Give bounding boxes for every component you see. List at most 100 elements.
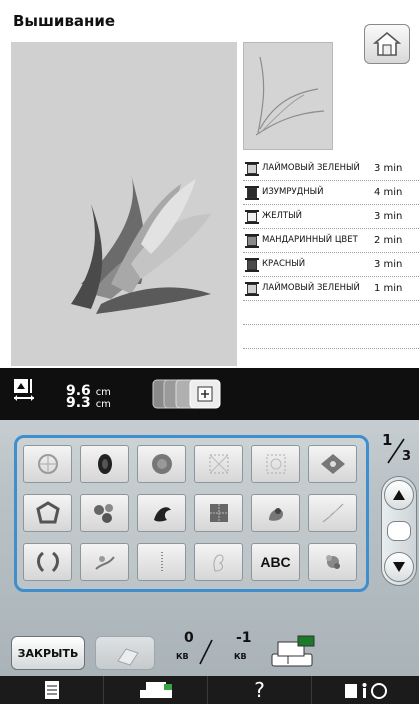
diamond-ornament-icon — [320, 454, 345, 474]
pattern-cell[interactable] — [308, 445, 357, 483]
scroll-thumb[interactable] — [387, 521, 411, 541]
thread-row: Лаймовый зеленый 3 min — [243, 157, 419, 181]
home-button[interactable] — [364, 24, 410, 64]
control-panel: 9.6 cm 9.3 cm ABC 1 3 ЗАКРЫТЬ 0 КВ -1 КВ — [0, 368, 419, 676]
scroll-up-button[interactable] — [384, 480, 414, 510]
pattern-cell[interactable] — [308, 494, 357, 532]
size-bar: 9.6 cm 9.3 cm — [0, 368, 419, 420]
pattern-cell[interactable] — [251, 494, 300, 532]
thread-name: Лаймовый зеленый — [262, 163, 360, 173]
thread-row-empty — [243, 325, 419, 349]
thread-name: Изумрудный — [262, 187, 324, 197]
kb-counter-a: 0 КВ — [176, 630, 222, 670]
swan-icon — [212, 554, 223, 572]
floral-circle-icon — [151, 454, 172, 474]
lily-sketch-icon — [255, 56, 325, 136]
thread-list: Лаймовый зеленый 3 min Изумрудный 4 min … — [243, 157, 419, 349]
thread-row: Изумрудный 4 min — [243, 181, 419, 205]
dark-bead-icon — [97, 454, 112, 474]
pattern-cell[interactable] — [251, 445, 300, 483]
snowflake-pattern-icon — [37, 454, 58, 474]
delete-button[interactable] — [95, 636, 155, 670]
pattern-cell[interactable] — [194, 494, 243, 532]
thread-time: 4 min — [374, 187, 403, 198]
width-value: 9.3 — [66, 395, 91, 411]
thread-spool-icon — [245, 281, 259, 296]
thread-name: Мандаринный цвет — [262, 235, 358, 245]
thread-spool-icon — [245, 161, 259, 176]
pattern-cell[interactable] — [23, 445, 72, 483]
thread-row: Лаймовый зеленый 1 min — [243, 277, 419, 301]
flower-small-icon — [325, 555, 340, 569]
settings-info-icon — [344, 683, 387, 699]
flowers-cluster-icon — [93, 504, 113, 523]
quilt-square-icon-2 — [266, 454, 285, 474]
home-icon — [372, 31, 402, 56]
scroll-down-button[interactable] — [384, 552, 414, 582]
hoop-size-icon — [152, 379, 221, 409]
pattern-cell[interactable] — [80, 543, 129, 581]
help-icon: ? — [254, 678, 265, 702]
scrollbar[interactable] — [381, 476, 417, 586]
thread-time: 1 min — [374, 283, 403, 294]
pattern-cell[interactable] — [80, 445, 129, 483]
sewing-machine-icon — [271, 635, 315, 667]
page-indicator: 1 3 — [376, 431, 416, 471]
page-title: Вышивание — [13, 12, 116, 30]
thread-name: Красный — [262, 259, 306, 269]
pattern-grid: ABC — [14, 435, 369, 592]
pattern-cell[interactable] — [80, 494, 129, 532]
arrow-up-icon — [393, 490, 405, 500]
shell-icon — [268, 508, 283, 521]
width-unit: cm — [95, 399, 111, 410]
thread-time: 3 min — [374, 259, 403, 270]
thread-name: Лаймовый зеленый — [262, 283, 360, 293]
thread-time: 3 min — [374, 163, 403, 174]
size-icon — [14, 379, 34, 401]
pattern-cell[interactable]: ABC — [251, 543, 300, 581]
tab-help[interactable]: ? — [208, 676, 312, 704]
tab-document[interactable] — [0, 676, 104, 704]
tab-embroidery-unit[interactable] — [104, 676, 208, 704]
dragon-icon — [153, 507, 171, 522]
lace-pattern-icon — [209, 504, 228, 522]
eraser-icon — [117, 648, 139, 666]
embroidery-unit-icon — [139, 682, 172, 698]
design-thumbnail — [243, 42, 333, 150]
leaf-branch-icon — [322, 503, 343, 523]
thread-row: Желтый 3 min — [243, 205, 419, 229]
thread-spool-icon — [245, 185, 259, 200]
pattern-cell[interactable] — [23, 543, 72, 581]
arrow-down-icon — [393, 562, 405, 572]
kb-slash-icon — [199, 639, 213, 665]
laurel-wreath-icon — [36, 551, 59, 573]
thread-spool-icon — [245, 233, 259, 248]
lily-design-icon — [71, 174, 211, 314]
pattern-cell[interactable] — [137, 543, 186, 581]
kb-counter-b: -1 КВ — [234, 630, 262, 670]
top-area: Вышивание ЛАЙМОВЫЙ ЗЕЛЕНЫЙ 3 min ИЗУМРУД… — [0, 0, 419, 368]
pattern-cell[interactable] — [308, 543, 357, 581]
bottom-tab-bar: ? — [0, 676, 419, 704]
pattern-cell[interactable] — [194, 445, 243, 483]
thread-time: 2 min — [374, 235, 403, 246]
pattern-cell[interactable] — [23, 494, 72, 532]
kb-a-unit: КВ — [176, 652, 189, 661]
kb-b-value: -1 — [236, 630, 252, 646]
kb-a-value: 0 — [184, 630, 194, 646]
thread-time: 3 min — [374, 211, 403, 222]
kb-b-unit: КВ — [234, 652, 247, 661]
thread-row-empty — [243, 301, 419, 325]
page-total: 3 — [402, 449, 412, 464]
thread-row: Мандаринный цвет 2 min — [243, 229, 419, 253]
tab-settings[interactable] — [312, 676, 419, 704]
pattern-cell[interactable] — [194, 543, 243, 581]
close-button[interactable]: ЗАКРЫТЬ — [11, 636, 85, 670]
thread-spool-icon — [245, 209, 259, 224]
thread-spool-icon — [245, 257, 259, 272]
pattern-cell[interactable] — [137, 445, 186, 483]
pattern-cell[interactable] — [137, 494, 186, 532]
thread-row: Красный 3 min — [243, 253, 419, 277]
quilt-square-icon — [209, 454, 228, 474]
embroidery-preview — [11, 42, 237, 366]
